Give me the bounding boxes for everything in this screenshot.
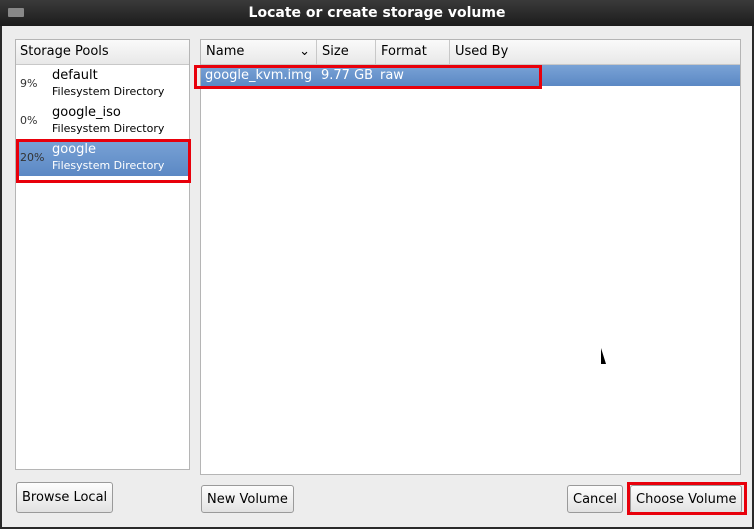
highlight-box (16, 139, 191, 183)
mouse-cursor-icon (601, 348, 611, 364)
new-volume-button[interactable]: New Volume (201, 485, 294, 513)
browse-local-button[interactable]: Browse Local (16, 482, 114, 513)
storage-pools-list[interactable]: Storage Pools 9% default Filesystem Dire… (15, 39, 190, 470)
column-used-by[interactable]: Used By (450, 40, 540, 64)
column-format[interactable]: Format (376, 40, 450, 64)
pool-usage: 9% (20, 77, 38, 90)
volumes-list[interactable]: Name ⌄ Size Format Used By google_kvm.img… (200, 39, 741, 475)
column-name[interactable]: Name ⌄ (201, 40, 317, 64)
pool-name: google_iso (52, 105, 121, 120)
app-icon (8, 8, 24, 17)
storage-pools-header: Storage Pools (16, 40, 189, 65)
cancel-button[interactable]: Cancel (567, 485, 624, 513)
pool-item-google-iso[interactable]: 0% google_iso Filesystem Directory (16, 102, 189, 139)
pool-usage: 0% (20, 114, 38, 127)
highlight-box (627, 482, 747, 515)
pool-name: default (52, 68, 98, 83)
highlight-box (194, 65, 542, 89)
column-size[interactable]: Size (317, 40, 376, 64)
pool-type: Filesystem Directory (52, 122, 165, 135)
chevron-down-icon: ⌄ (299, 44, 310, 59)
pool-type: Filesystem Directory (52, 85, 165, 98)
title-bar: Locate or create storage volume (0, 0, 754, 26)
volumes-header: Name ⌄ Size Format Used By (201, 40, 740, 65)
pool-item-default[interactable]: 9% default Filesystem Directory (16, 65, 189, 102)
window-title: Locate or create storage volume (248, 5, 506, 21)
